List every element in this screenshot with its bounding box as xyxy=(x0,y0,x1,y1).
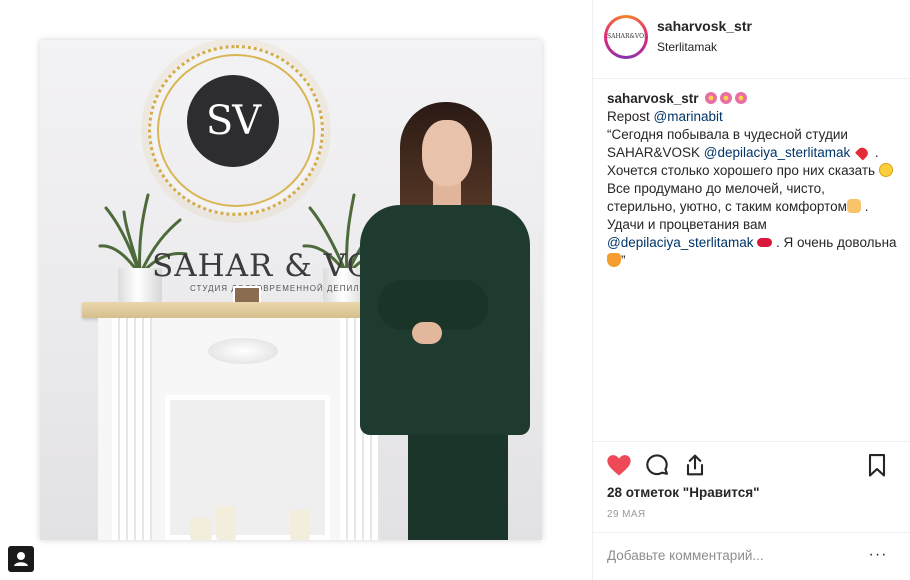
caption-text: ” xyxy=(621,253,626,268)
caption-text: Все продумано до мелочей, чисто, стериль… xyxy=(607,181,847,214)
candle xyxy=(216,506,236,540)
post-sidebar: SAHAR&VOSK saharvosk_str Sterlitamak sah… xyxy=(593,0,910,580)
ok-hand-emoji-icon xyxy=(846,199,861,213)
flower-emoji-icon xyxy=(735,92,748,104)
save-button[interactable] xyxy=(863,451,891,479)
share-button[interactable] xyxy=(681,451,709,479)
repost-mention-link[interactable]: @marinabit xyxy=(654,109,723,124)
woman-hand xyxy=(412,322,442,344)
avatar: SAHAR&VOSK xyxy=(607,18,645,56)
post-header: SAHAR&VOSK saharvosk_str Sterlitamak xyxy=(593,0,910,79)
candle xyxy=(190,518,212,540)
avatar-story-ring[interactable]: SAHAR&VOSK xyxy=(604,15,648,59)
comment-button[interactable] xyxy=(643,451,671,479)
share-upload-icon xyxy=(686,454,704,476)
post-photo[interactable]: SV SAHAR & VOSK СТУДИЯ ДОЛГОВРЕМЕННОЙ ДЕ… xyxy=(40,40,542,540)
photo-area: SV SAHAR & VOSK СТУДИЯ ДОЛГОВРЕМЕННОЙ ДЕ… xyxy=(0,0,593,580)
tagged-people-icon[interactable] xyxy=(8,546,34,572)
cat-emoji-icon xyxy=(607,253,621,267)
caption-username-link[interactable]: saharvosk_str xyxy=(607,91,699,106)
action-bar xyxy=(593,448,910,482)
heart-emoji-icon xyxy=(855,145,871,161)
location-link[interactable]: Sterlitamak xyxy=(657,40,717,54)
candle xyxy=(290,510,310,540)
comment-input[interactable] xyxy=(607,544,857,566)
fireplace-pillar-left xyxy=(112,318,152,540)
comment-bubble-icon xyxy=(646,454,668,476)
user-tag-icon xyxy=(14,552,28,566)
divider xyxy=(593,532,910,533)
flower-emoji-icon xyxy=(720,92,733,104)
kiss-lips-emoji-icon xyxy=(757,238,773,247)
caption-mention-link[interactable]: @depilaciya_sterlitamak xyxy=(704,145,851,160)
likes-count-link[interactable]: 28 отметок "Нравится" xyxy=(607,485,760,500)
wall-brand-subtext: СТУДИЯ ДОЛГОВРЕМЕННОЙ ДЕПИЛЯЦИИ xyxy=(190,284,387,293)
more-options-button[interactable]: ··· xyxy=(867,544,889,566)
like-button[interactable] xyxy=(605,451,633,479)
heart-eyes-emoji-icon xyxy=(878,163,893,177)
divider xyxy=(593,441,910,442)
caption-text: . Я очень довольна xyxy=(772,235,897,250)
caption-mention-link[interactable]: @depilaciya_sterlitamak xyxy=(607,235,754,250)
sv-logo: SV xyxy=(187,75,279,167)
repost-label: Repost xyxy=(607,109,650,124)
post-caption: saharvosk_str Repost @marinabit “Сегодня… xyxy=(607,90,897,270)
post-date[interactable]: 29 МАЯ xyxy=(607,509,646,520)
header-username-link[interactable]: saharvosk_str xyxy=(657,18,752,34)
instagram-post: SV SAHAR & VOSK СТУДИЯ ДОЛГОВРЕМЕННОЙ ДЕ… xyxy=(0,0,910,580)
heart-icon xyxy=(607,455,631,476)
mantel-shelf xyxy=(82,302,388,318)
fireplace-ornament xyxy=(208,338,278,364)
flower-emoji-icon xyxy=(705,92,718,104)
bookmark-icon xyxy=(868,454,886,477)
woman-face xyxy=(422,120,472,186)
